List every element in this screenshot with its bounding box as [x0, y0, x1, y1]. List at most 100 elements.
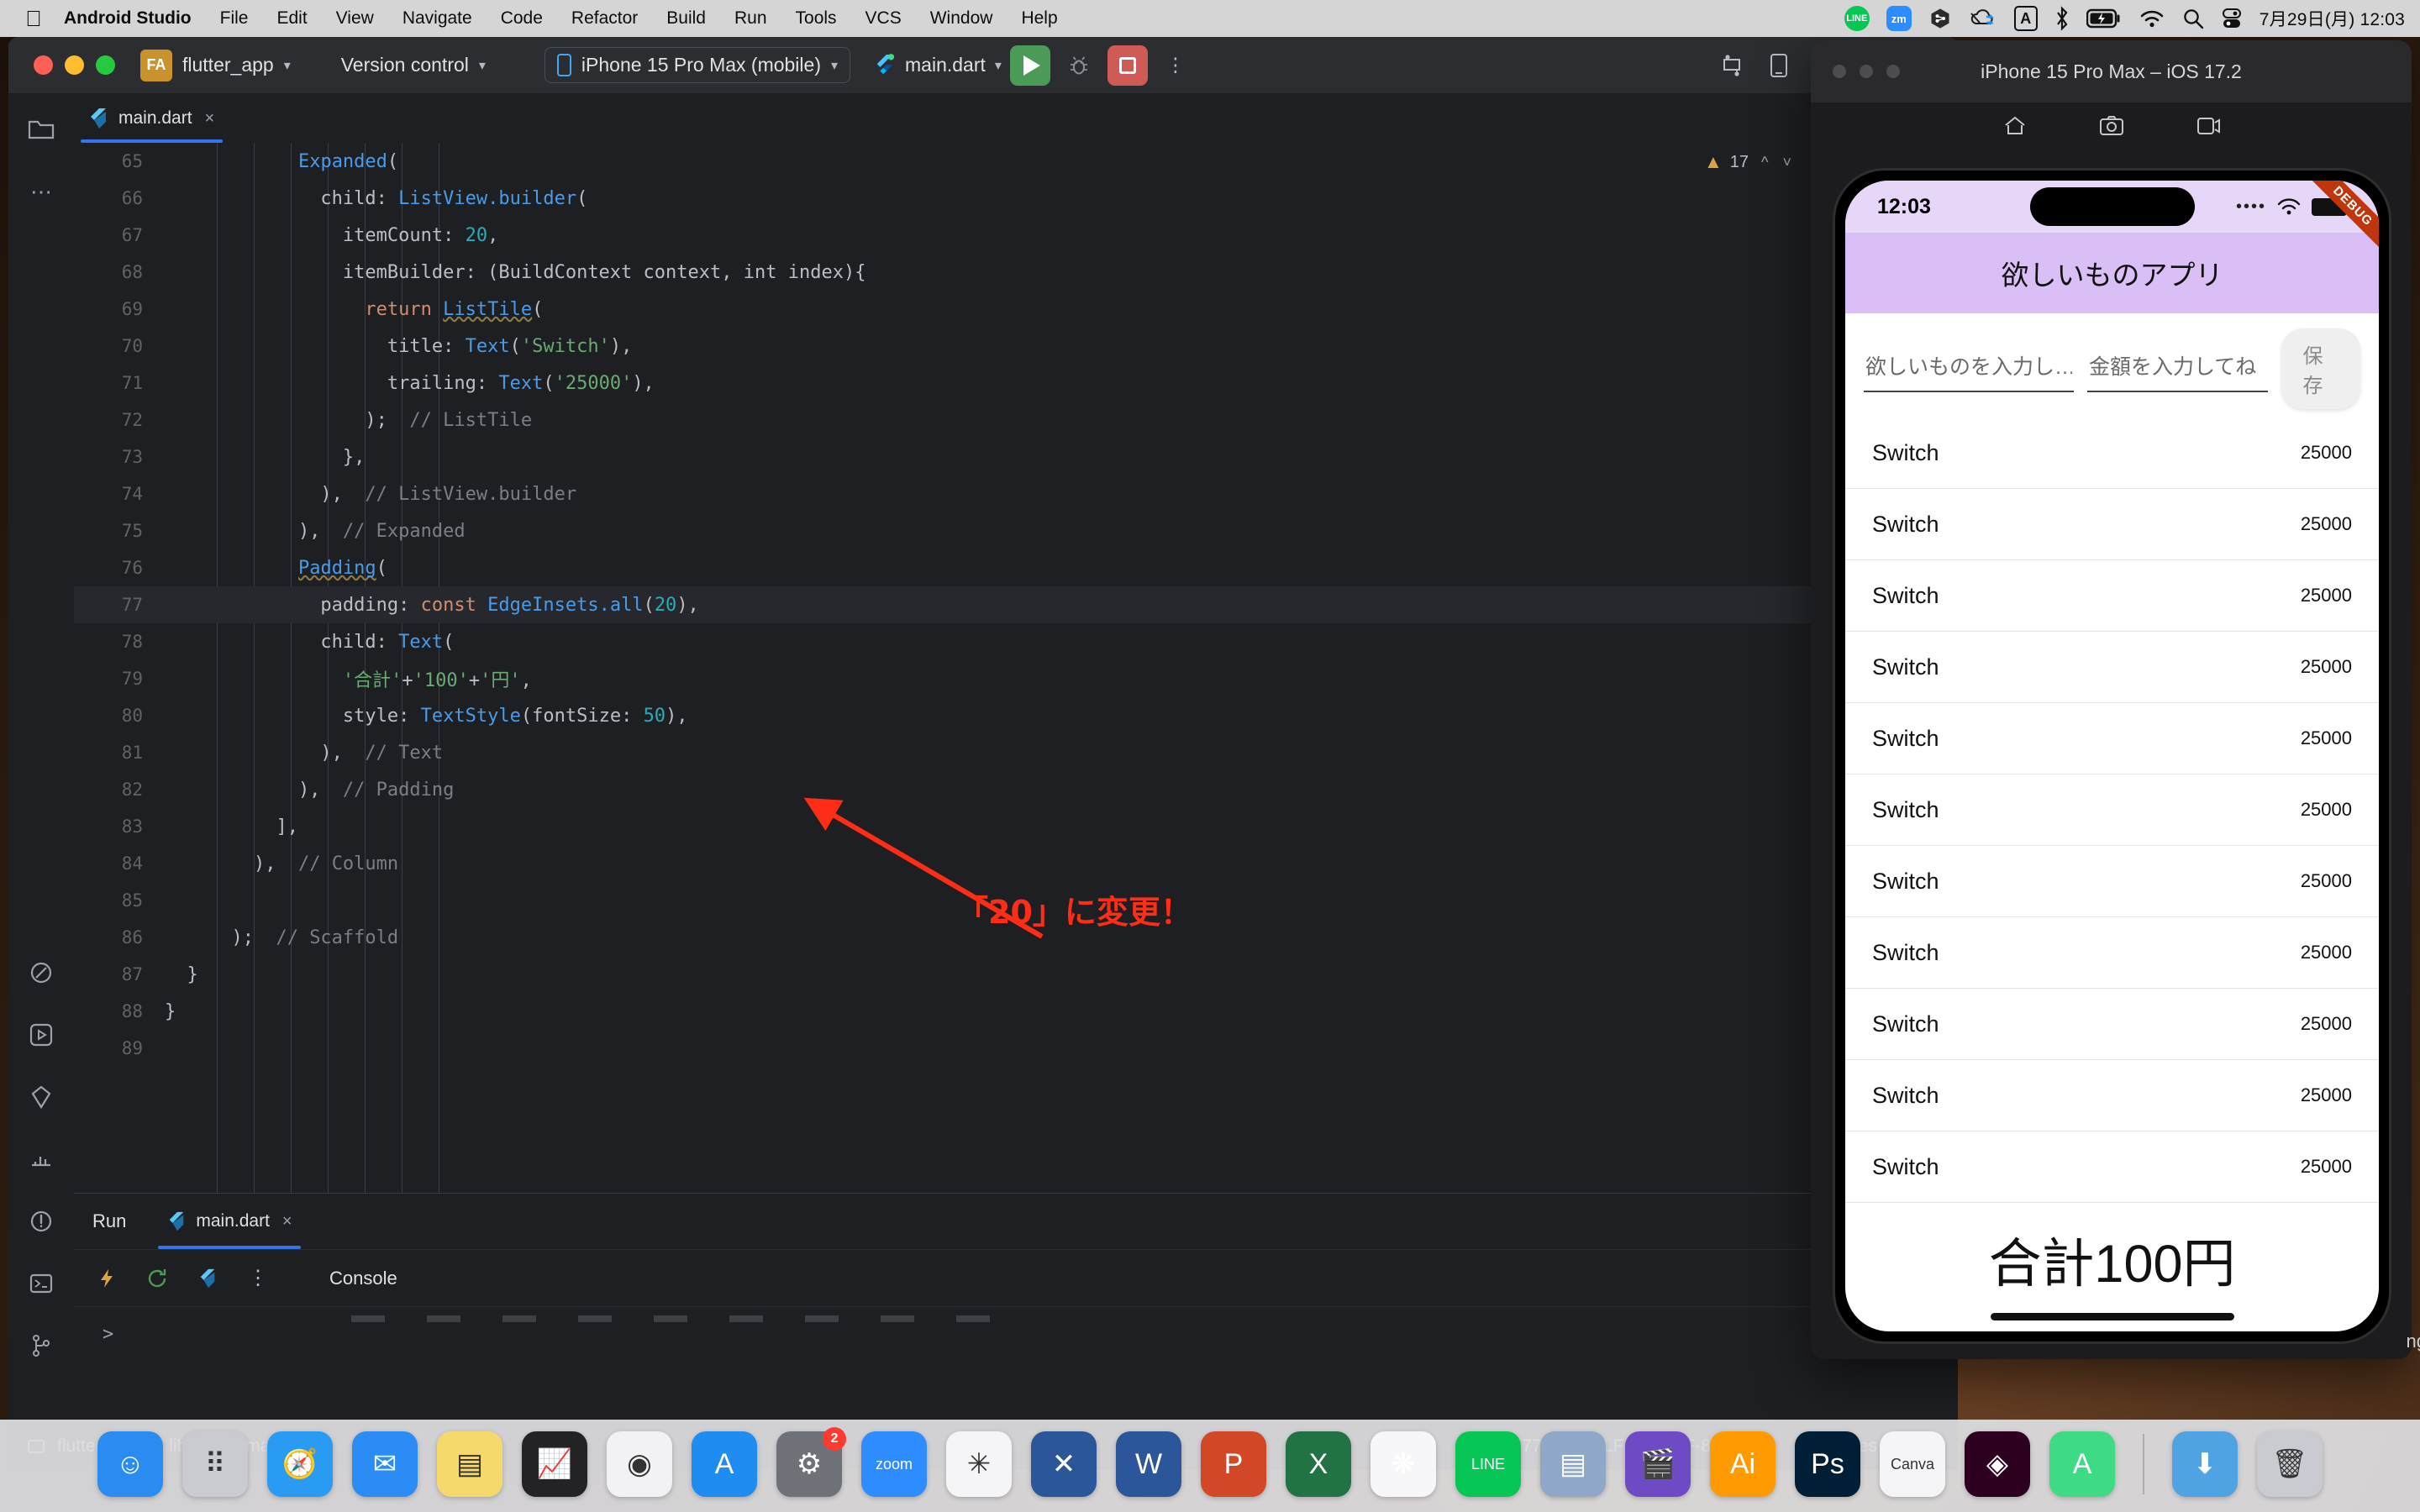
- run-tab-main-dart[interactable]: main.dart ×: [155, 1194, 303, 1249]
- dock-item-slack[interactable]: ✳: [946, 1431, 1012, 1497]
- dock-item-xd[interactable]: ◈: [1965, 1431, 2030, 1497]
- terminal-icon[interactable]: [24, 1267, 58, 1300]
- stop-button[interactable]: [1107, 45, 1148, 86]
- control-center-icon[interactable]: [2221, 0, 2243, 37]
- wish-list[interactable]: Switch 25000 Switch 25000 Switch 25000 Switch 2…: [1845, 417, 2379, 1203]
- run-panel-icon[interactable]: [24, 1018, 58, 1052]
- dock-item-app-store[interactable]: A: [692, 1431, 757, 1497]
- flutter-icon[interactable]: [195, 1266, 220, 1291]
- more-vertical-icon[interactable]: ⋮: [1163, 53, 1188, 78]
- wifi-icon[interactable]: [2139, 0, 2165, 37]
- menu-app-name[interactable]: Android Studio: [52, 0, 206, 37]
- code-line[interactable]: 70 title: Text('Switch'),: [74, 328, 1897, 365]
- record-icon[interactable]: [2196, 115, 2220, 143]
- code-line[interactable]: 65 Expanded(: [74, 143, 1897, 180]
- problems-icon[interactable]: [24, 1205, 58, 1238]
- dock-item-preview[interactable]: ▤: [1540, 1431, 1606, 1497]
- minimize-window-button[interactable]: [65, 55, 84, 75]
- menu-item-file[interactable]: File: [206, 0, 263, 37]
- dock-item-android-studio[interactable]: A: [2049, 1431, 2115, 1497]
- simulator-screen[interactable]: DEBUG 12:03 •••• 欲しいものアプリ 欲しいものを入力し… 金額を…: [1845, 181, 2379, 1331]
- list-item[interactable]: Switch 25000: [1845, 1131, 2379, 1203]
- dock-item-photoshop[interactable]: Ps: [1795, 1431, 1860, 1497]
- code-line[interactable]: 77 padding: const EdgeInsets.all(20),: [74, 586, 1897, 623]
- console-output[interactable]: >: [74, 1306, 1897, 1421]
- dock-item-mail[interactable]: ✉: [352, 1431, 418, 1497]
- home-icon[interactable]: [2003, 115, 2027, 143]
- list-item[interactable]: Switch 25000: [1845, 774, 2379, 846]
- list-item[interactable]: Switch 25000: [1845, 1060, 2379, 1131]
- code-line[interactable]: 69 return ListTile(: [74, 291, 1897, 328]
- save-button[interactable]: 保存: [2281, 328, 2360, 409]
- cloud-sync-icon[interactable]: [1969, 0, 1997, 37]
- menu-item-tools[interactable]: Tools: [781, 0, 851, 37]
- dock-item-word[interactable]: W: [1116, 1431, 1181, 1497]
- code-line[interactable]: 71 trailing: Text('25000'),: [74, 365, 1897, 402]
- code-line[interactable]: 81 ), // Text: [74, 734, 1897, 771]
- code-line[interactable]: 66 child: ListView.builder(: [74, 180, 1897, 217]
- lightning-icon[interactable]: [94, 1266, 119, 1291]
- item-name-field[interactable]: 欲しいものを入力し…: [1864, 345, 2074, 392]
- menu-item-edit[interactable]: Edit: [262, 0, 321, 37]
- run-button[interactable]: [1009, 45, 1050, 86]
- menu-item-help[interactable]: Help: [1007, 0, 1071, 37]
- code-line[interactable]: 79 '合計'+'100'+'円',: [74, 660, 1897, 697]
- code-line[interactable]: 68 itemBuilder: (BuildContext context, i…: [74, 254, 1897, 291]
- dock-item-notes[interactable]: ▤: [437, 1431, 502, 1497]
- dock-item-safari[interactable]: 🧭: [267, 1431, 333, 1497]
- menu-item-window[interactable]: Window: [916, 0, 1007, 37]
- dock-item-imovie[interactable]: 🎬: [1625, 1431, 1691, 1497]
- close-icon[interactable]: ×: [282, 1212, 292, 1231]
- code-line[interactable]: 89: [74, 1030, 1897, 1067]
- price-field[interactable]: 金額を入力してね: [2087, 345, 2268, 392]
- list-item[interactable]: Switch 25000: [1845, 489, 2379, 560]
- code-line[interactable]: 74 ), // ListView.builder: [74, 475, 1897, 512]
- profiler-icon[interactable]: [24, 1142, 58, 1176]
- menu-item-refactor[interactable]: Refactor: [557, 0, 652, 37]
- zoom-icon[interactable]: zm: [1886, 0, 1912, 37]
- version-control-selector[interactable]: Version control ▾: [341, 54, 486, 76]
- screenshot-camera-icon[interactable]: [2099, 115, 2124, 143]
- next-prev-problem-icons[interactable]: ^ ˅: [1761, 154, 1797, 171]
- code-line[interactable]: 67 itemCount: 20,: [74, 217, 1897, 254]
- list-item[interactable]: Switch 25000: [1845, 703, 2379, 774]
- dock-item-illustrator[interactable]: Ai: [1710, 1431, 1776, 1497]
- menu-item-code[interactable]: Code: [487, 0, 557, 37]
- menu-item-vcs[interactable]: VCS: [851, 0, 916, 37]
- git-branch-icon[interactable]: [24, 1329, 58, 1362]
- console-label[interactable]: Console: [329, 1268, 397, 1289]
- dock-item-vs-code[interactable]: ✕: [1031, 1431, 1097, 1497]
- spotlight-search-icon[interactable]: [2182, 0, 2204, 37]
- console-prompt[interactable]: >: [74, 1307, 1897, 1345]
- project-selector[interactable]: FA flutter_app ▾: [140, 49, 291, 81]
- code-line[interactable]: 76 Padding(: [74, 549, 1897, 586]
- dock-item-line[interactable]: LINE: [1455, 1431, 1521, 1497]
- dock-item-zoom[interactable]: zoom: [861, 1431, 927, 1497]
- extensions-icon[interactable]: [1719, 53, 1744, 78]
- device-manager-icon[interactable]: [1766, 53, 1791, 78]
- list-item[interactable]: Switch 25000: [1845, 989, 2379, 1060]
- bluetooth-icon[interactable]: [2054, 0, 2070, 37]
- dock-item-figma[interactable]: ❋: [1370, 1431, 1436, 1497]
- more-vertical-icon[interactable]: ⋮: [245, 1266, 271, 1291]
- dock-item-powerpoint[interactable]: P: [1201, 1431, 1266, 1497]
- flutter-inspector-icon[interactable]: [24, 956, 58, 990]
- menubar-clock[interactable]: 7月29日(月) 12:03: [2260, 6, 2405, 31]
- dock-item-finder[interactable]: ☺: [97, 1431, 163, 1497]
- project-folder-icon[interactable]: [24, 113, 58, 146]
- menu-item-build[interactable]: Build: [652, 0, 720, 37]
- apple-logo-icon[interactable]: : [15, 8, 52, 29]
- code-line[interactable]: 80 style: TextStyle(fontSize: 50),: [74, 697, 1897, 734]
- battery-charging-icon[interactable]: [2086, 0, 2122, 37]
- dock-item-trash[interactable]: 🗑: [2257, 1431, 2323, 1497]
- code-line[interactable]: 75 ), // Expanded: [74, 512, 1897, 549]
- list-item[interactable]: Switch 25000: [1845, 560, 2379, 632]
- maximize-window-button[interactable]: [1886, 65, 1900, 78]
- dropbox-icon[interactable]: [1928, 0, 1952, 37]
- rerun-icon[interactable]: [145, 1266, 170, 1291]
- flutter-performance-icon[interactable]: [24, 1080, 58, 1114]
- more-horizontal-icon[interactable]: ⋯: [24, 175, 58, 208]
- editor-tab-main-dart[interactable]: main.dart ×: [74, 94, 229, 143]
- line-icon[interactable]: LINE: [1844, 0, 1870, 37]
- list-item[interactable]: Switch 25000: [1845, 846, 2379, 917]
